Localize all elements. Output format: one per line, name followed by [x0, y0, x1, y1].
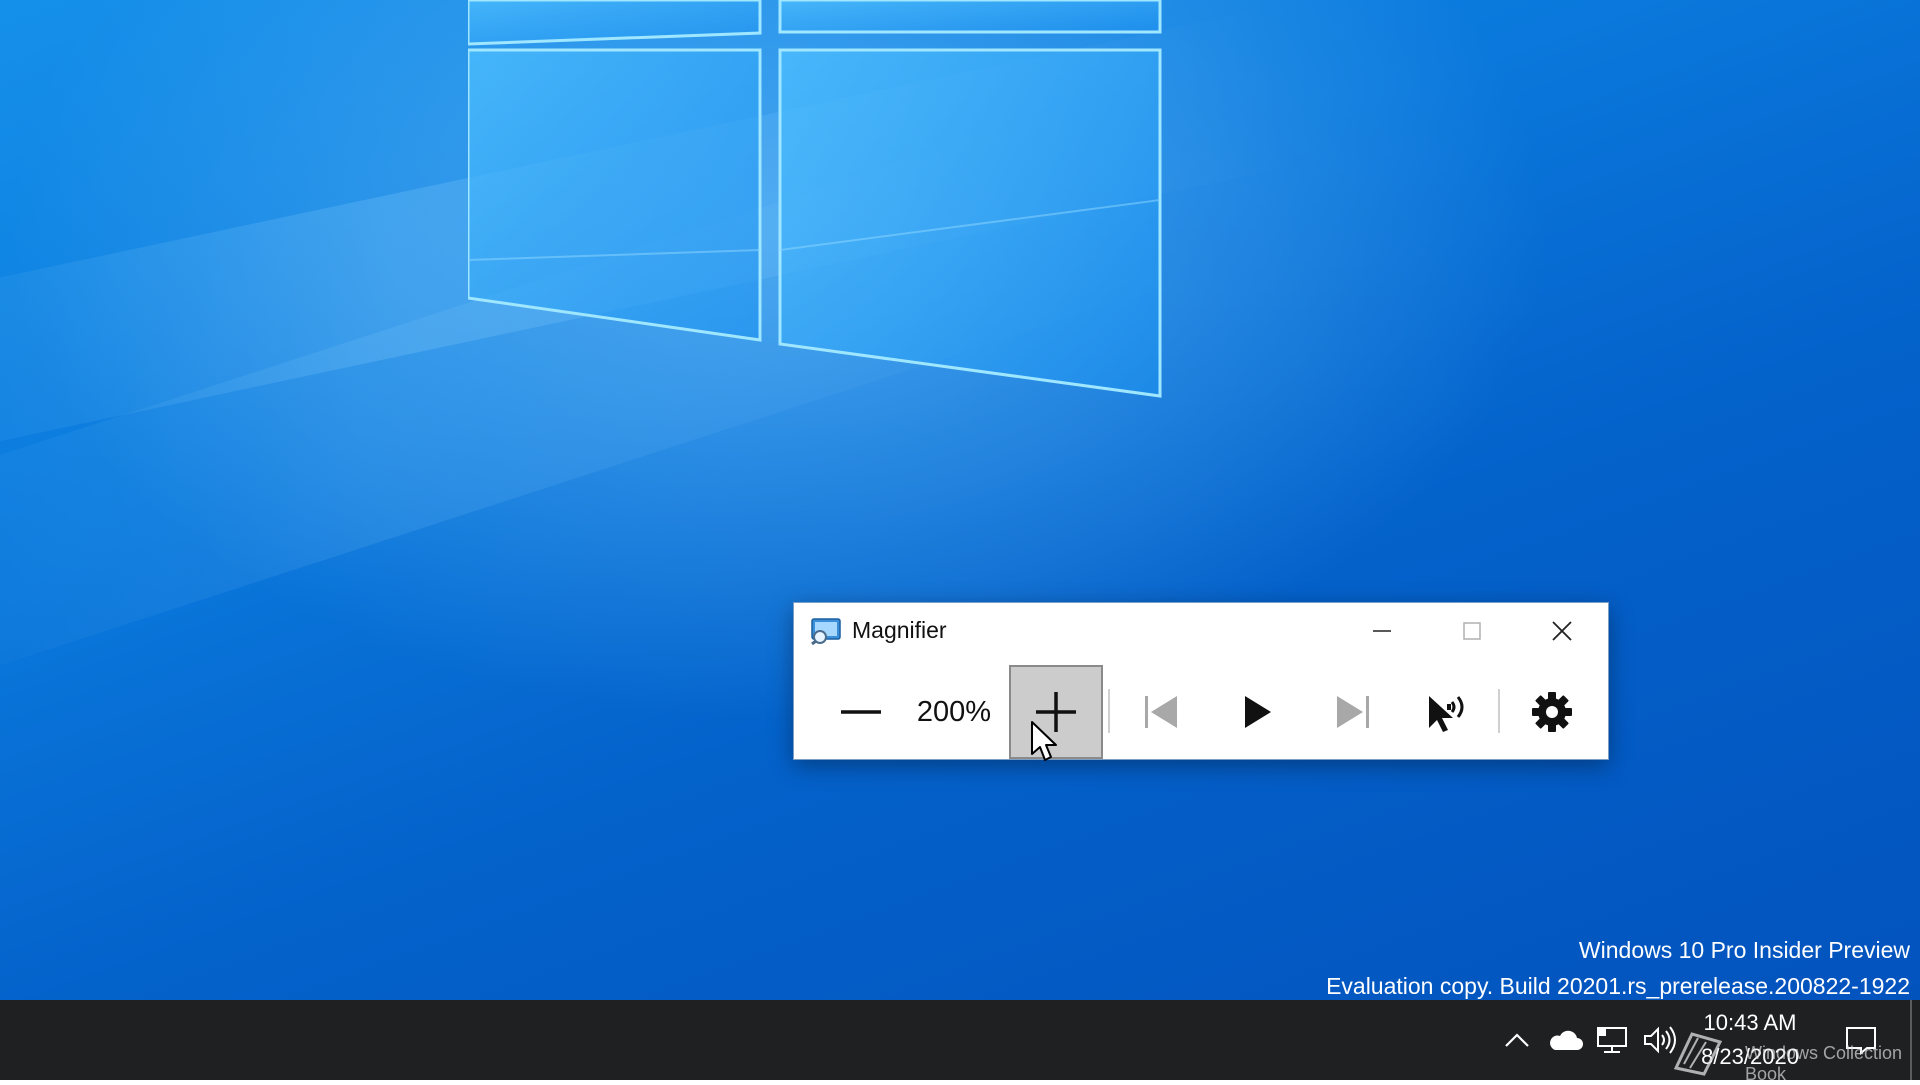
- play-icon: [1245, 696, 1271, 728]
- play-button[interactable]: [1210, 665, 1304, 759]
- magnifier-toolbar: 200%: [794, 663, 1608, 761]
- network-icon: [1597, 1027, 1627, 1053]
- chevron-up-icon: [1505, 1033, 1529, 1047]
- network-button[interactable]: [1590, 1018, 1634, 1062]
- evaluation-watermark: Windows 10 Pro Insider Preview Evaluatio…: [1326, 932, 1910, 1000]
- onedrive-cloud-icon: [1550, 1030, 1583, 1050]
- watermark-edition: Windows 10 Pro Insider Preview: [1578, 937, 1910, 963]
- toolbar-separator: [1108, 689, 1110, 733]
- toolbar-separator: [1498, 689, 1500, 733]
- minimize-icon: [1373, 630, 1391, 632]
- onedrive-button[interactable]: [1543, 1018, 1587, 1062]
- taskbar: 10:43 AM 8/23/2020: [0, 1000, 1920, 1080]
- windows-logo: [468, 0, 1162, 398]
- magnifier-app-icon: [811, 618, 841, 645]
- maximize-icon: [1463, 622, 1481, 640]
- close-button[interactable]: [1517, 603, 1607, 659]
- mouse-pointer-icon: [1031, 721, 1057, 761]
- zoom-level: 200%: [916, 695, 992, 728]
- gear-icon: [1532, 692, 1572, 732]
- book-logo-icon: [1673, 1032, 1723, 1076]
- minus-icon: [841, 710, 881, 714]
- minimize-button[interactable]: [1337, 603, 1427, 659]
- magnifier-window: Magnifier 200%: [793, 602, 1609, 760]
- settings-button[interactable]: [1505, 665, 1599, 759]
- read-from-here-icon: [1429, 696, 1464, 732]
- maximize-button[interactable]: [1427, 603, 1517, 659]
- show-hidden-icons-button[interactable]: [1495, 1018, 1539, 1062]
- zoom-out-button[interactable]: [814, 665, 908, 759]
- desktop-background: Windows 10 Pro Insider Preview Evaluatio…: [0, 0, 1920, 1000]
- read-from-here-button[interactable]: [1402, 665, 1496, 759]
- watermark-build: Evaluation copy. Build 20201.rs_prerelea…: [1326, 973, 1910, 999]
- skip-next-icon: [1337, 696, 1369, 728]
- next-sentence-button[interactable]: [1306, 665, 1400, 759]
- window-title: Magnifier: [852, 617, 947, 643]
- close-icon: [1552, 621, 1572, 641]
- previous-sentence-button[interactable]: [1114, 665, 1208, 759]
- title-bar[interactable]: Magnifier: [794, 603, 1608, 659]
- overlay-watermark-text: Windows Collection Book: [1745, 1043, 1903, 1084]
- skip-previous-icon: [1145, 696, 1177, 728]
